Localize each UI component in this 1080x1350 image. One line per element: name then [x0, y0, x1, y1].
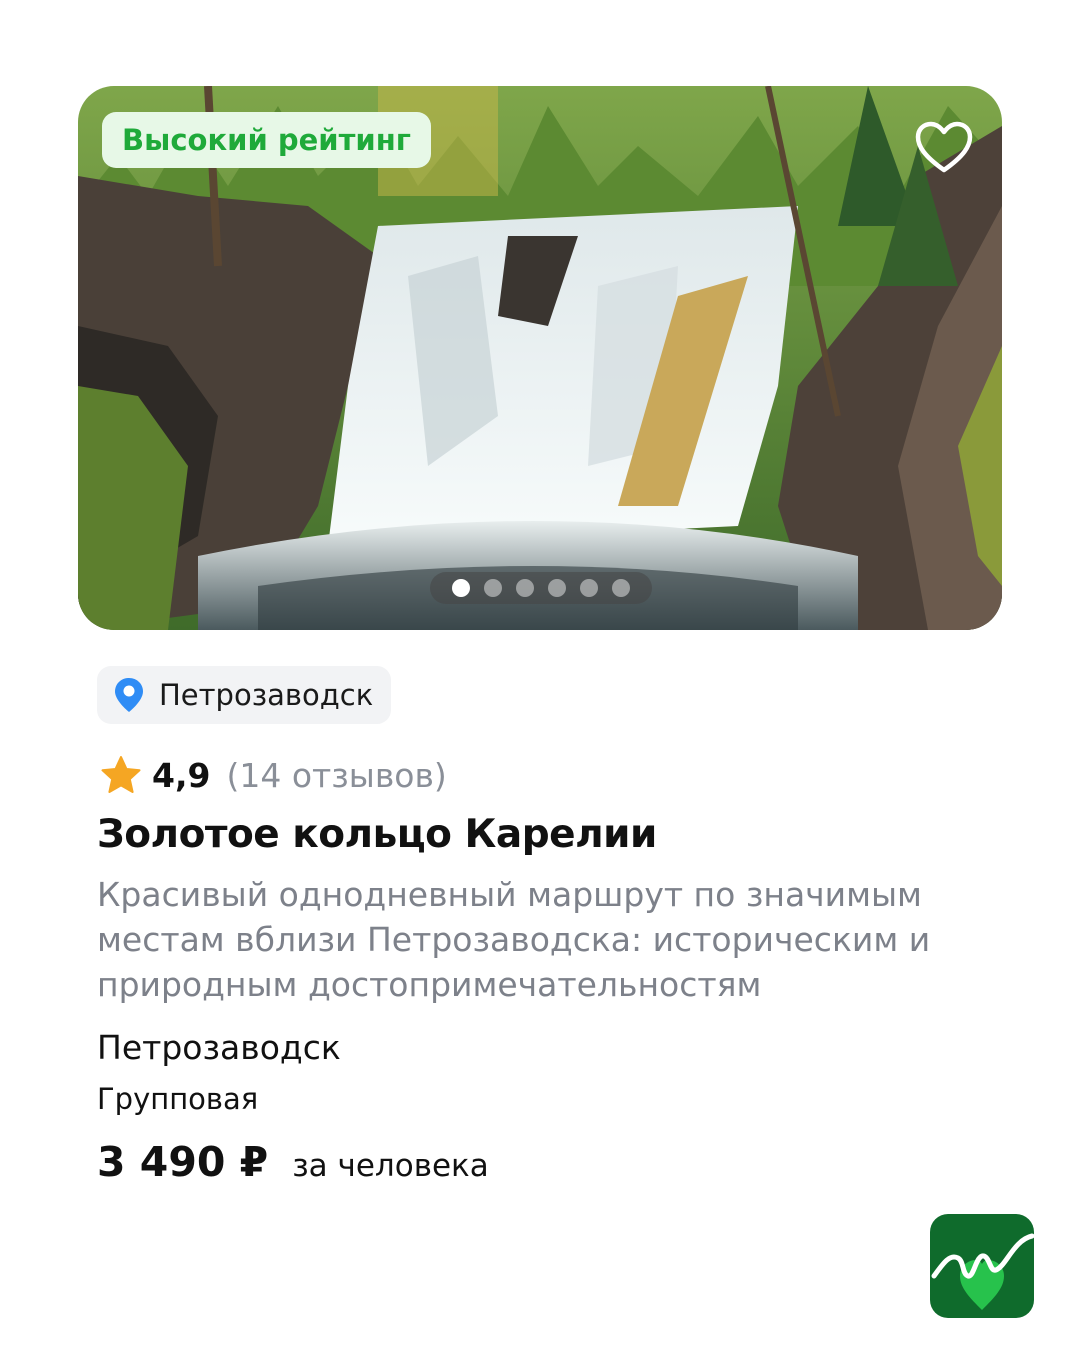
reviews-count-link[interactable]: (14 отзывов): [226, 756, 446, 795]
carousel-dot-2[interactable]: [484, 579, 502, 597]
app-logo-icon: [930, 1214, 1034, 1318]
carousel-dot-6[interactable]: [612, 579, 630, 597]
location-chip[interactable]: Петрозаводск: [97, 666, 392, 724]
carousel-dot-1[interactable]: [452, 579, 470, 597]
rating-value: 4,9: [152, 755, 211, 795]
tour-type: Групповая: [97, 1082, 259, 1116]
rating-row: 4,9 (14 отзывов): [100, 752, 447, 798]
carousel-indicator: [430, 572, 652, 604]
heart-outline-icon: [915, 121, 973, 173]
tour-city: Петрозаводск: [97, 1028, 341, 1067]
price-per-person: за человека: [292, 1148, 489, 1184]
favorite-button[interactable]: [914, 120, 974, 174]
map-pin-icon: [115, 678, 143, 712]
tour-title[interactable]: Золотое кольцо Карелии: [97, 812, 997, 857]
star-icon: [101, 756, 141, 793]
high-rating-badge: Высокий рейтинг: [102, 112, 431, 168]
carousel-dot-5[interactable]: [580, 579, 598, 597]
tour-description: Красивый однодневный маршрут по значимым…: [97, 875, 931, 1004]
carousel-dot-3[interactable]: [516, 579, 534, 597]
tour-photo-carousel[interactable]: Высокий рейтинг: [78, 86, 1002, 630]
price-row: 3 490 ₽ за человека: [97, 1138, 489, 1194]
location-chip-label: Петрозаводск: [159, 678, 374, 712]
app-logo: [930, 1214, 1034, 1318]
price-amount: 3 490 ₽: [97, 1138, 269, 1186]
carousel-dot-4[interactable]: [548, 579, 566, 597]
